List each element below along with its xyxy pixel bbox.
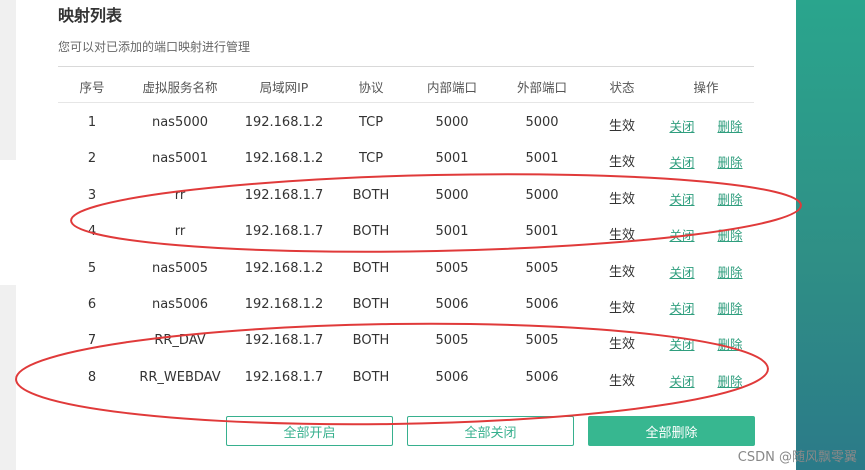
close-link[interactable]: 关闭 (662, 262, 702, 281)
cell-status: 生效 (608, 337, 635, 352)
delete-link[interactable]: 删除 (710, 371, 750, 390)
page-subtitle: 您可以对已添加的端口映射进行管理 (58, 40, 251, 54)
cell-status: 生效 (608, 301, 635, 316)
cell-index: 2 (87, 151, 97, 166)
delete-link[interactable]: 删除 (710, 152, 750, 171)
cell-internal-port: 5000 (435, 115, 469, 130)
right-side-panel (796, 0, 865, 470)
cell-lan-ip: 192.168.1.7 (244, 370, 324, 385)
close-link[interactable]: 关闭 (662, 152, 702, 171)
cell-lan-ip: 192.168.1.2 (244, 115, 324, 130)
cell-internal-port: 5005 (435, 261, 469, 276)
cell-status: 生效 (608, 192, 635, 207)
cell-index: 8 (87, 370, 97, 385)
cell-internal-port: 5001 (435, 151, 469, 166)
delete-link[interactable]: 删除 (710, 298, 750, 317)
cell-lan-ip: 192.168.1.7 (244, 333, 324, 348)
cell-index: 3 (87, 188, 97, 203)
watermark: CSDN @随风飘零翼 (737, 450, 857, 465)
enable-all-button[interactable]: 全部开启 (226, 416, 393, 446)
column-header-actions: 操作 (693, 80, 719, 95)
cell-lan-ip: 192.168.1.2 (244, 297, 324, 312)
cell-index: 6 (87, 297, 97, 312)
page-title: 映射列表 (58, 6, 123, 25)
column-header-index: 序号 (79, 80, 105, 95)
cell-status: 生效 (608, 374, 635, 389)
cell-index: 7 (87, 333, 97, 348)
cell-index: 1 (87, 115, 97, 130)
cell-internal-port: 5000 (435, 188, 469, 203)
cell-service-name: rr (174, 188, 186, 203)
cell-internal-port: 5006 (435, 297, 469, 312)
delete-link[interactable]: 删除 (710, 334, 750, 353)
close-all-button[interactable]: 全部关闭 (407, 416, 574, 446)
cell-service-name: rr (174, 224, 186, 239)
delete-link[interactable]: 删除 (710, 225, 750, 244)
cell-service-name: nas5005 (151, 261, 209, 276)
left-sidebar-strip (0, 0, 16, 160)
cell-index: 5 (87, 261, 97, 276)
cell-status: 生效 (608, 155, 635, 170)
close-link[interactable]: 关闭 (662, 189, 702, 208)
cell-lan-ip: 192.168.1.7 (244, 188, 324, 203)
cell-service-name: nas5006 (151, 297, 209, 312)
cell-lan-ip: 192.168.1.7 (244, 224, 324, 239)
cell-index: 4 (87, 224, 97, 239)
delete-link[interactable]: 删除 (710, 116, 750, 135)
close-link[interactable]: 关闭 (662, 371, 702, 390)
cell-internal-port: 5005 (435, 333, 469, 348)
cell-status: 生效 (608, 228, 635, 243)
cell-internal-port: 5006 (435, 370, 469, 385)
close-link[interactable]: 关闭 (662, 116, 702, 135)
cell-lan-ip: 192.168.1.2 (244, 151, 324, 166)
column-header-service-name: 虚拟服务名称 (142, 80, 218, 95)
cell-service-name: RR_WEBDAV (139, 370, 221, 385)
delete-link[interactable]: 删除 (710, 189, 750, 208)
delete-link[interactable]: 删除 (710, 262, 750, 281)
close-link[interactable]: 关闭 (662, 298, 702, 317)
close-link[interactable]: 关闭 (662, 225, 702, 244)
close-link[interactable]: 关闭 (662, 334, 702, 353)
delete-all-button[interactable]: 全部删除 (588, 416, 755, 446)
column-header-lan-ip: 局域网IP (259, 80, 309, 95)
cell-service-name: nas5001 (151, 151, 209, 166)
cell-service-name: RR_DAV (154, 333, 206, 348)
cell-lan-ip: 192.168.1.2 (244, 261, 324, 276)
table-top-divider (58, 66, 754, 67)
cell-service-name: nas5000 (151, 115, 209, 130)
column-header-internal-port: 内部端口 (426, 80, 477, 95)
table-header-divider (58, 102, 754, 103)
cell-internal-port: 5001 (435, 224, 469, 239)
cell-status: 生效 (608, 119, 635, 134)
left-sidebar-strip-lower (0, 285, 16, 470)
cell-status: 生效 (608, 265, 635, 280)
